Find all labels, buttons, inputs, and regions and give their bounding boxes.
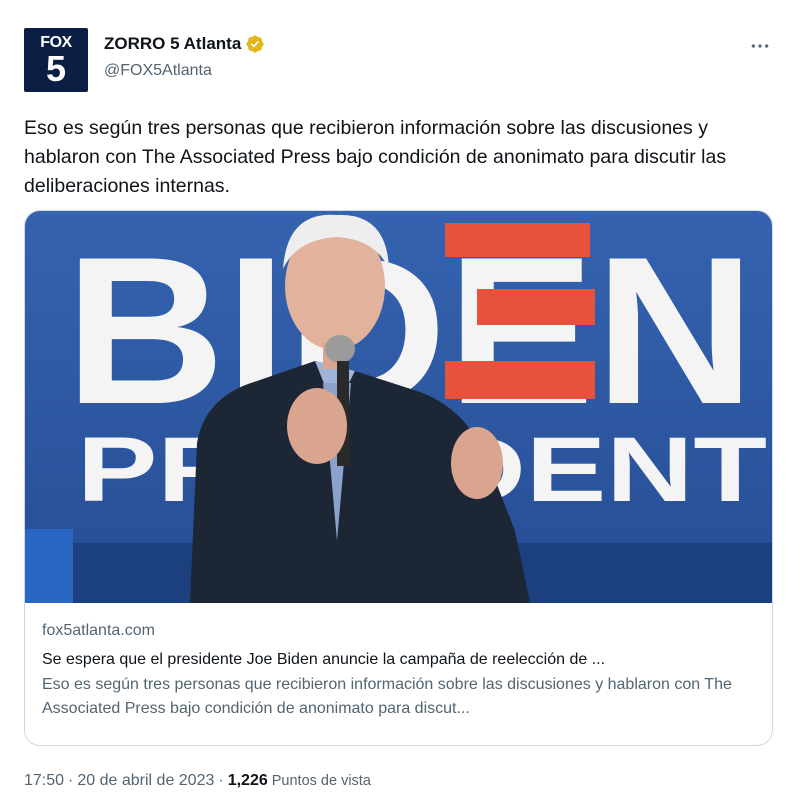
views-label: Puntos de vista <box>271 773 371 789</box>
author-handle[interactable]: @FOX5Atlanta <box>104 62 212 80</box>
link-card[interactable]: BIDEN PRESIDENT fox5atlanta.com Se esper… <box>24 210 773 746</box>
tweet-time[interactable]: 17:50 <box>24 772 64 790</box>
tweet-footer: 17:50 · 20 de abril de 2023 · 1,226 Punt… <box>24 772 371 790</box>
footer-separator: · <box>68 772 74 789</box>
card-title[interactable]: Se espera que el presidente Joe Biden an… <box>42 649 758 671</box>
footer-separator-2: · <box>218 772 224 789</box>
card-image[interactable]: BIDEN PRESIDENT <box>25 211 773 603</box>
avatar-five-text: 5 <box>45 48 67 89</box>
views-count: 1,226 <box>227 772 268 789</box>
more-horizontal-icon <box>751 44 769 48</box>
author-display-name[interactable]: ZORRO 5 Atlanta <box>104 34 241 54</box>
verified-badge-icon <box>246 35 264 53</box>
card-meta: fox5atlanta.com Se espera que el preside… <box>42 621 758 721</box>
card-domain[interactable]: fox5atlanta.com <box>42 621 758 641</box>
avatar[interactable]: FOX 5 <box>24 28 88 92</box>
author-name-row: ZORRO 5 Atlanta <box>104 34 265 54</box>
more-options-button[interactable] <box>742 34 778 58</box>
tweet-date[interactable]: 20 de abril de 2023 <box>77 772 214 790</box>
card-description: Eso es según tres personas que recibiero… <box>42 676 732 717</box>
tweet-text: Eso es según tres personas que recibiero… <box>24 117 727 197</box>
